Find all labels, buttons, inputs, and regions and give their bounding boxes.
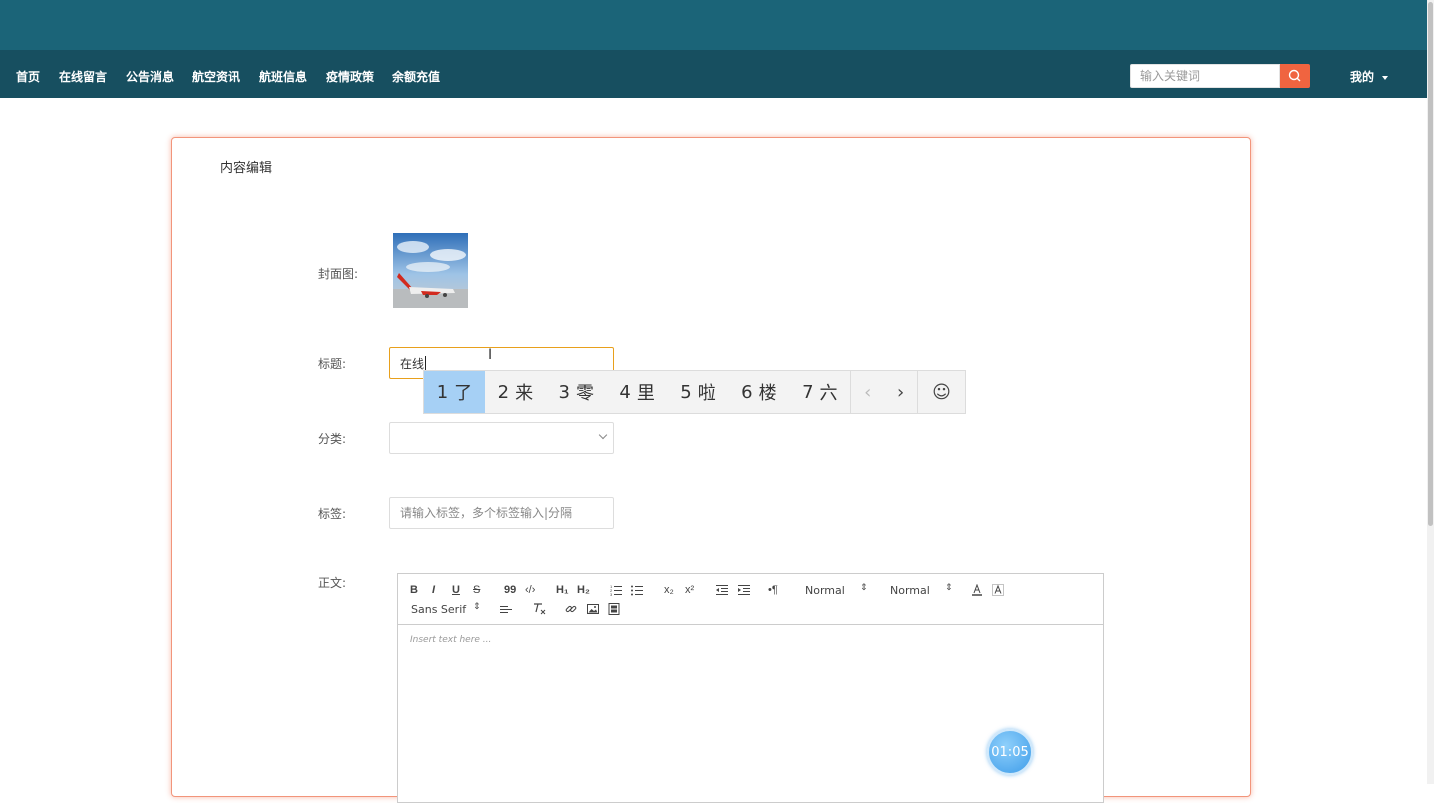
code-button[interactable]: ‹/› [525,584,535,596]
font-select-value: Sans Serif [411,603,467,616]
category-select[interactable] [389,422,614,454]
ime-prev-page-icon[interactable]: ‹ [851,371,884,413]
bold-button[interactable]: B [410,584,418,596]
cover-label: 封面图: [318,267,359,281]
underline-button[interactable]: U [452,584,460,596]
outdent-icon[interactable] [716,584,728,596]
body-label: 正文: [318,576,347,590]
text-color-icon[interactable] [971,584,983,596]
ime-candidate[interactable]: 6楼 [728,371,789,413]
ime-candidate[interactable]: 3零 [546,371,607,413]
candidate-text: 零 [575,383,594,404]
user-menu[interactable]: 我的 [1350,68,1389,85]
ime-candidate[interactable]: 2来 [485,371,546,413]
strike-button[interactable]: S [473,584,480,596]
candidate-text: 里 [636,383,655,404]
editor-placeholder: Insert text here ... [410,635,492,645]
editor-toolbar [397,573,1104,625]
text-direction-button[interactable]: •¶ [768,584,778,596]
image-icon[interactable] [587,603,599,615]
superscript-button[interactable]: x² [685,584,694,596]
ime-candidate[interactable]: 4里 [607,371,668,413]
tags-input[interactable] [389,497,614,529]
ime-emoji-icon[interactable]: ☺ [918,371,965,413]
svg-text:3: 3 [610,592,613,596]
text-cursor [425,356,426,370]
candidate-number: 3 [558,381,570,403]
subscript-button[interactable]: x₂ [664,584,674,596]
updown-icon: ⇕ [860,583,868,593]
size-select-value: Normal [805,584,845,597]
candidate-number: 1 [436,381,449,403]
nav-item-aviation-news[interactable]: 航空资讯 [192,68,240,85]
candidate-number: 5 [680,381,692,403]
nav-item-recharge[interactable]: 余额充值 [392,68,440,85]
search-button[interactable] [1280,64,1310,88]
cover-image[interactable] [393,233,468,308]
background-color-icon[interactable] [992,584,1004,596]
ibeam-pointer-icon: I [488,347,493,363]
nav-item-messages[interactable]: 在线留言 [59,68,107,85]
ime-candidate[interactable]: 5啦 [668,371,729,413]
category-label: 分类: [318,432,347,446]
font-select[interactable]: Sans Serif ⇕ [411,602,481,616]
candidate-number: 4 [619,381,631,403]
ordered-list-icon[interactable]: 1 2 3 [610,584,622,596]
indent-icon[interactable] [738,584,750,596]
candidate-text: 来 [515,383,534,404]
clear-format-icon[interactable] [533,603,546,615]
ime-candidate[interactable]: 1了 [424,371,485,413]
timer-value: 01:05 [991,744,1029,760]
airplane-photo [393,233,468,308]
card-title: 内容编辑 [220,161,273,176]
ime-candidate[interactable]: 7六 [789,371,850,413]
nav-item-announcements[interactable]: 公告消息 [126,68,174,85]
header-select-value: Normal [890,584,930,597]
bullet-list-icon[interactable] [631,584,643,596]
ime-next-page-icon[interactable]: › [884,371,917,413]
heading2-button[interactable]: H₂ [577,584,590,596]
candidate-text: 了 [454,383,473,404]
candidate-number: 6 [741,381,753,403]
header-select[interactable]: Normal ⇕ [890,583,953,597]
link-icon[interactable] [565,603,577,615]
candidate-number: 2 [497,381,510,403]
size-select[interactable]: Normal ⇕ [805,583,868,597]
candidate-text: 楼 [758,383,777,404]
ime-candidate-bar: 1了 2来 3零 4里 5啦 6楼 7六 ‹ › ☺ [423,370,966,414]
floating-timer-badge[interactable]: 01:05 [987,729,1033,775]
align-icon[interactable] [500,603,512,615]
search-icon [1288,69,1301,82]
blockquote-button[interactable]: 99 [504,584,516,596]
tags-label: 标签: [318,507,347,521]
candidate-text: 六 [819,383,838,404]
video-icon[interactable] [608,603,620,615]
title-label: 标题: [318,357,347,371]
italic-button[interactable]: I [432,584,435,596]
header-top-band [0,0,1427,50]
nav-item-home[interactable]: 首页 [16,68,40,85]
user-menu-label: 我的 [1350,70,1375,84]
candidate-number: 7 [802,381,814,403]
updown-icon: ⇕ [473,602,481,612]
heading1-button[interactable]: H₁ [556,584,569,596]
nav-item-flight-info[interactable]: 航班信息 [259,68,307,85]
nav-item-epidemic-policy[interactable]: 疫情政策 [326,68,374,85]
candidate-text: 啦 [697,383,716,404]
caret-down-icon [1382,75,1389,80]
page-scrollbar-thumb[interactable] [1428,2,1433,526]
updown-icon: ⇕ [945,583,953,593]
search-input[interactable] [1130,64,1280,88]
